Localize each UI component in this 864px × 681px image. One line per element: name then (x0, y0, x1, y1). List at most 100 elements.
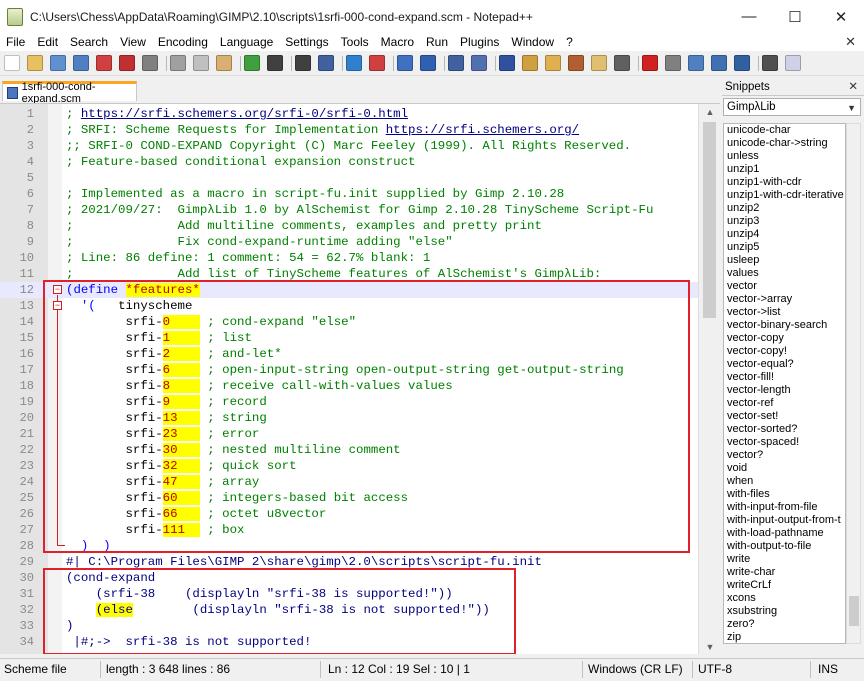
snippets-scrollbar-thumb[interactable] (849, 596, 859, 626)
menu-help[interactable]: ? (560, 35, 579, 49)
snippet-item[interactable]: write-char (724, 566, 845, 579)
maximize-button[interactable]: ☐ (772, 0, 818, 33)
snippet-item[interactable]: vector-fill! (724, 371, 845, 384)
user-language-icon[interactable] (522, 55, 538, 71)
code-line[interactable]: 4 ; Feature-based conditional expansion c… (0, 154, 698, 170)
code-text[interactable]: srfi-2 ; and-let* (66, 346, 282, 362)
snippet-item[interactable]: when (724, 475, 845, 488)
menu-language[interactable]: Language (214, 35, 279, 49)
print-icon[interactable] (142, 55, 158, 71)
close-document-icon[interactable]: ✕ (845, 34, 856, 50)
code-text[interactable]: srfi-13 ; string (66, 410, 267, 426)
code-text[interactable]: srfi-1 ; list (66, 330, 252, 346)
folder-workspace-icon[interactable] (591, 55, 607, 71)
replace-icon[interactable] (318, 55, 334, 71)
code-text[interactable]: srfi-32 ; quick sort (66, 458, 297, 474)
code-text[interactable]: ; Add list of TinyScheme features of AlS… (66, 266, 601, 282)
code-text[interactable]: ; Line: 86 define: 1 comment: 54 = 62.7%… (66, 250, 430, 266)
find-icon[interactable] (295, 55, 311, 71)
code-line[interactable]: 8 ; Add multiline comments, examples and … (0, 218, 698, 234)
menu-tools[interactable]: Tools (335, 35, 375, 49)
menu-run[interactable]: Run (420, 35, 454, 49)
code-line[interactable]: 21 srfi-23 ; error (0, 426, 698, 442)
code-text[interactable]: ; SRFI: Scheme Requests for Implementati… (66, 122, 579, 138)
dropdown-icon[interactable] (762, 55, 778, 71)
snippet-item[interactable]: unzip1-with-cdr (724, 176, 845, 189)
code-line[interactable]: 6 ; Implemented as a macro in script-fu.i… (0, 186, 698, 202)
close-icon[interactable] (96, 55, 112, 71)
code-text[interactable]: srfi-47 ; array (66, 474, 259, 490)
scrollbar-thumb[interactable] (703, 122, 716, 318)
code-text[interactable]: (srfi-38 (displayln "srfi-38 is supporte… (66, 586, 453, 602)
copy-icon[interactable] (193, 55, 209, 71)
snippet-item[interactable]: xsubstring (724, 605, 845, 618)
sync-horizontal-icon[interactable] (420, 55, 436, 71)
open-file-icon[interactable] (27, 55, 43, 71)
paste-icon[interactable] (216, 55, 232, 71)
code-text[interactable]: srfi-23 ; error (66, 426, 259, 442)
snippet-item[interactable]: unicode-char (724, 124, 845, 137)
close-all-icon[interactable] (119, 55, 135, 71)
code-text[interactable]: ; Feature-based conditional expansion co… (66, 154, 415, 170)
snippet-item[interactable]: unzip2 (724, 202, 845, 215)
save-all-icon[interactable] (73, 55, 89, 71)
snippet-item[interactable]: vector->array (724, 293, 845, 306)
code-line[interactable]: 34 |#;-> srfi-38 is not supported! (0, 634, 698, 650)
code-line[interactable]: 19 srfi-9 ; record (0, 394, 698, 410)
snippet-item[interactable]: usleep (724, 254, 845, 267)
editor-vertical-scrollbar[interactable]: ▲ ▼ (698, 104, 720, 654)
code-line[interactable]: 23 srfi-32 ; quick sort (0, 458, 698, 474)
snippet-item[interactable]: with-input-output-from-t (724, 514, 845, 527)
code-text[interactable]: '( tinyscheme (66, 298, 193, 314)
sync-vertical-icon[interactable] (397, 55, 413, 71)
editor[interactable]: 1; https://srfi.schemers.org/srfi-0/srfi… (0, 103, 720, 654)
scroll-up-icon[interactable]: ▲ (699, 104, 720, 120)
snippet-item[interactable]: unzip1-with-cdr-iterative (724, 189, 845, 202)
menu-file[interactable]: File (0, 35, 31, 49)
run-macro-multiple-icon[interactable] (711, 55, 727, 71)
library-select[interactable]: GimpλLib ▼ (723, 98, 861, 116)
save-icon[interactable] (50, 55, 66, 71)
code-text[interactable]: ; Fix cond-expand-runtime adding "else" (66, 234, 453, 250)
menu-search[interactable]: Search (64, 35, 114, 49)
snippets-scrollbar[interactable] (846, 123, 861, 644)
code-line[interactable]: 14 srfi-0 ; cond-expand "else" (0, 314, 698, 330)
snippet-item[interactable]: unzip3 (724, 215, 845, 228)
menu-window[interactable]: Window (505, 35, 560, 49)
snippet-item[interactable]: vector->list (724, 306, 845, 319)
code-text[interactable]: srfi-0 ; cond-expand "else" (66, 314, 356, 330)
code-line[interactable]: 16 srfi-2 ; and-let* (0, 346, 698, 362)
code-text[interactable]: ; https://srfi.schemers.org/srfi-0/srfi-… (66, 106, 408, 122)
snippet-item[interactable]: zero? (724, 618, 845, 631)
code-line[interactable]: 25 srfi-60 ; integers-based bit access (0, 490, 698, 506)
minimize-button[interactable]: — (726, 0, 772, 33)
code-line[interactable]: 20 srfi-13 ; string (0, 410, 698, 426)
code-text[interactable]: (else (displayln "srfi-38 is not support… (66, 602, 490, 618)
code-line[interactable]: 1; https://srfi.schemers.org/srfi-0/srfi… (0, 106, 698, 122)
monitoring-icon[interactable] (614, 55, 630, 71)
snippet-item[interactable]: vector-copy (724, 332, 845, 345)
code-line[interactable]: 28 ) ) (0, 538, 698, 554)
code-line[interactable]: 2 ; SRFI: Scheme Requests for Implementat… (0, 122, 698, 138)
code-line[interactable]: 24 srfi-47 ; array (0, 474, 698, 490)
code-text[interactable]: ) ) (66, 538, 111, 554)
stop-macro-icon[interactable] (665, 55, 681, 71)
fold-collapse-icon[interactable]: − (53, 301, 62, 310)
new-file-icon[interactable] (4, 55, 20, 71)
redo-icon[interactable] (267, 55, 283, 71)
code-line[interactable]: 11 ; Add list of TinyScheme features of A… (0, 266, 698, 282)
code-text[interactable]: ; Implemented as a macro in script-fu.in… (66, 186, 564, 202)
code-line[interactable]: 17 srfi-6 ; open-input-string open-outpu… (0, 362, 698, 378)
cut-icon[interactable] (170, 55, 186, 71)
code-line[interactable]: 15 srfi-1 ; list (0, 330, 698, 346)
code-line[interactable]: 22 srfi-30 ; nested multiline comment (0, 442, 698, 458)
code-line[interactable]: 18 srfi-8 ; receive call-with-values val… (0, 378, 698, 394)
snippet-item[interactable]: unzip4 (724, 228, 845, 241)
snippet-item[interactable]: vector-length (724, 384, 845, 397)
spellcheck-icon[interactable] (785, 55, 801, 71)
code-line[interactable]: 7 ; 2021/09/27: GimpλLib 1.0 by AlSchemis… (0, 202, 698, 218)
menu-encoding[interactable]: Encoding (152, 35, 214, 49)
snippet-item[interactable]: write (724, 553, 845, 566)
record-macro-icon[interactable] (642, 55, 658, 71)
zoom-in-icon[interactable] (346, 55, 362, 71)
